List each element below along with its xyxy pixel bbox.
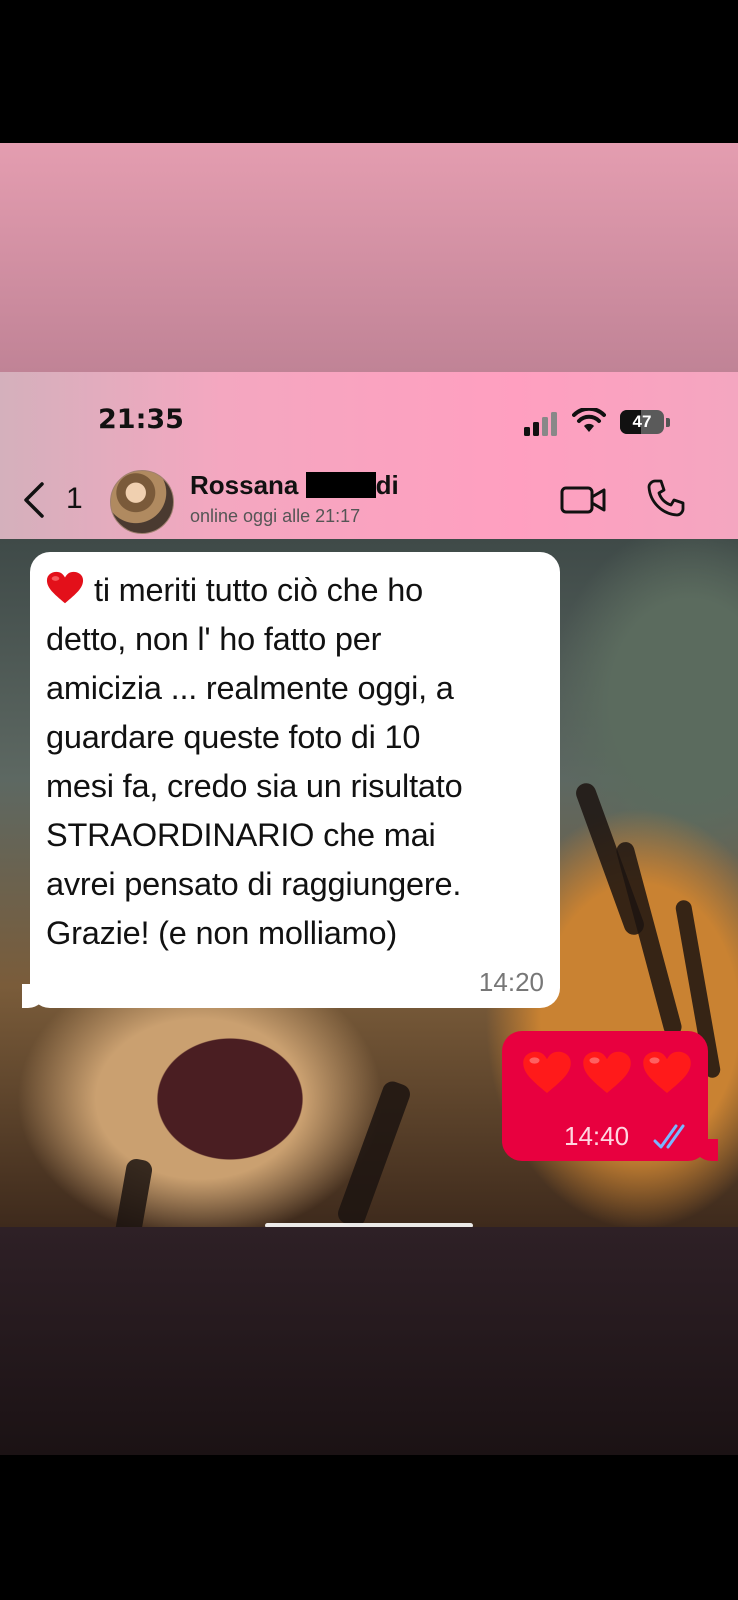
top-black-bar	[0, 0, 738, 143]
clock-time: 21:35	[98, 404, 184, 435]
battery-icon: 47	[620, 410, 672, 436]
cellular-signal-icon	[524, 412, 557, 436]
dark-band	[0, 1227, 738, 1455]
chat-area[interactable]: ti meriti tutto ciò che ho detto, non l'…	[0, 539, 738, 1227]
heart-emoji-icon	[523, 1051, 571, 1093]
wifi-icon	[572, 408, 606, 432]
last-seen-status: online oggi alle 21:17	[190, 506, 361, 526]
heart-emoji-icon	[643, 1051, 691, 1093]
heart-emojis	[522, 1049, 702, 1102]
heart-emoji-icon	[583, 1051, 631, 1093]
conversation-nav: 1 Rossana di online oggi alle 21:17	[0, 462, 738, 539]
wallpaper-stripe	[614, 840, 684, 1038]
incoming-message-text: ti meriti tutto ciò che ho detto, non l'…	[46, 572, 463, 951]
contact-name-end: di	[375, 470, 399, 500]
video-call-icon[interactable]	[560, 482, 606, 518]
double-check-icon	[653, 1124, 685, 1149]
chevron-left-icon	[24, 482, 44, 518]
incoming-message-bubble[interactable]: ti meriti tutto ciò che ho detto, non l'…	[22, 552, 560, 1008]
phone-icon[interactable]	[646, 478, 686, 518]
contact-name-first: Rossana	[190, 470, 299, 500]
pink-banner	[0, 143, 738, 372]
wallpaper-stripe	[335, 1078, 413, 1227]
back-button[interactable]: 1	[18, 474, 98, 520]
chat-header: 21:35 47 1 Rossana di online oggi alle 2…	[0, 372, 738, 539]
wallpaper-stripe	[112, 1157, 154, 1227]
battery-percentage: 47	[632, 412, 652, 431]
outgoing-message-bubble[interactable]: 14:40	[502, 1031, 718, 1161]
message-timestamp: 14:40	[564, 1121, 630, 1151]
heart-emoji-icon	[46, 571, 84, 604]
contact-name[interactable]: Rossana di	[190, 470, 399, 501]
incoming-message-content: ti meriti tutto ciò che ho detto, non l'…	[46, 566, 542, 958]
avatar[interactable]	[110, 470, 174, 534]
message-timestamp: 14:20	[478, 967, 544, 997]
redaction-bar	[305, 472, 376, 498]
unread-count: 1	[66, 482, 83, 515]
status-bar: 21:35 47	[0, 372, 738, 462]
bottom-black-bar	[0, 1455, 738, 1600]
